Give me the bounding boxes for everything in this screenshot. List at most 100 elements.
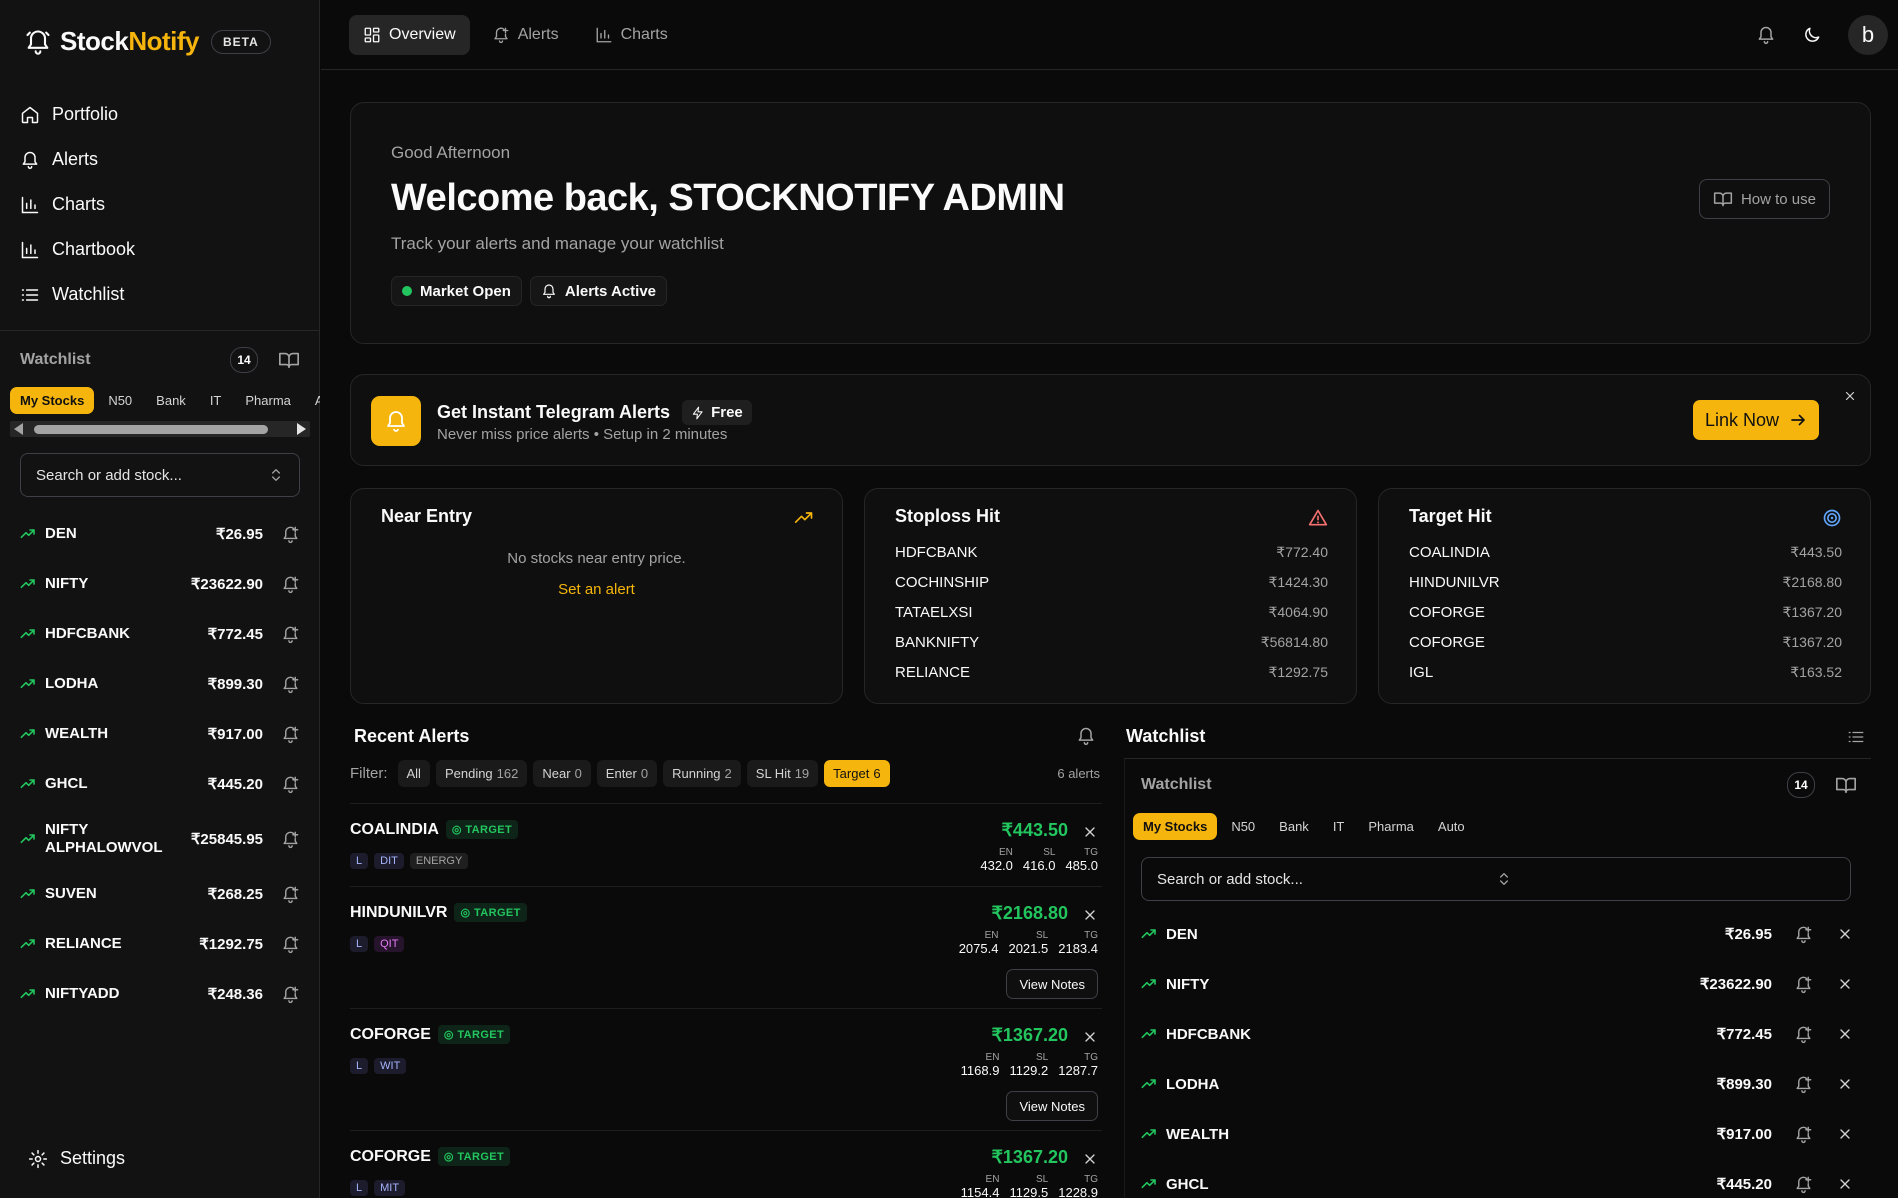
chip-n50[interactable]: N50 bbox=[1221, 813, 1265, 840]
how-to-use-button[interactable]: How to use bbox=[1698, 179, 1830, 219]
list-item[interactable]: HINDUNILVR ₹2168.80 bbox=[1409, 567, 1842, 597]
close-icon[interactable] bbox=[1082, 1151, 1098, 1167]
nav-item-chartbook[interactable]: Chartbook bbox=[20, 227, 300, 272]
list-item[interactable]: GHCL ₹445.20 bbox=[0, 759, 320, 809]
bell-icon[interactable] bbox=[1076, 726, 1096, 746]
list-item[interactable]: LODHA ₹899.30 bbox=[1125, 1059, 1871, 1109]
watchlist-stock-search[interactable]: Search or add stock... bbox=[1141, 857, 1851, 901]
list-item[interactable]: NIFTY ₹23622.90 bbox=[1125, 959, 1871, 1009]
list-item[interactable]: WEALTH ₹917.00 bbox=[0, 709, 320, 759]
chips-scrollbar[interactable] bbox=[10, 421, 310, 437]
bell-plus-icon[interactable] bbox=[281, 885, 300, 904]
list-item[interactable]: HDFCBANK ₹772.45 bbox=[1125, 1009, 1871, 1059]
list-item[interactable]: COFORGE ₹1367.20 bbox=[1409, 597, 1842, 627]
filter-enter[interactable]: Enter 0 bbox=[596, 760, 658, 787]
list-item[interactable]: WEALTH ₹917.00 bbox=[1125, 1109, 1871, 1159]
sidebar-stock-search[interactable]: Search or add stock... bbox=[20, 453, 300, 497]
tab-overview[interactable]: Overview bbox=[349, 15, 470, 55]
view-notes-button[interactable]: View Notes bbox=[1006, 969, 1098, 999]
alert-row[interactable]: COFORGE ◎ TARGET L WIT ₹1367.20 EN 1168.9 S… bbox=[350, 1008, 1102, 1130]
chip-auto[interactable]: A bbox=[305, 387, 320, 414]
bell-plus-icon[interactable] bbox=[281, 775, 300, 794]
bell-plus-icon[interactable] bbox=[1794, 975, 1813, 994]
list-item[interactable]: DEN ₹26.95 bbox=[1125, 909, 1871, 959]
bell-plus-icon[interactable] bbox=[281, 985, 300, 1004]
link-now-button[interactable]: Link Now bbox=[1692, 400, 1819, 440]
chip-bank[interactable]: Bank bbox=[146, 387, 196, 414]
close-icon[interactable] bbox=[1843, 389, 1857, 403]
notifications-bell-icon[interactable] bbox=[1756, 25, 1776, 45]
nav-item-alerts[interactable]: Alerts bbox=[20, 137, 300, 182]
close-icon[interactable] bbox=[1837, 1026, 1853, 1042]
bell-plus-icon[interactable] bbox=[281, 575, 300, 594]
list-item[interactable]: COCHINSHIP ₹1424.30 bbox=[895, 567, 1328, 597]
bell-plus-icon[interactable] bbox=[1794, 925, 1813, 944]
alert-row[interactable]: HINDUNILVR ◎ TARGET L QIT ₹2168.80 EN 2075.… bbox=[350, 886, 1102, 1008]
list-item[interactable]: HDFCBANK ₹772.45 bbox=[0, 609, 320, 659]
close-icon[interactable] bbox=[1837, 1126, 1853, 1142]
close-icon[interactable] bbox=[1837, 1176, 1853, 1192]
filter-running[interactable]: Running 2 bbox=[663, 760, 741, 787]
settings-button[interactable]: Settings bbox=[28, 1148, 125, 1169]
bell-plus-icon[interactable] bbox=[281, 935, 300, 954]
bell-plus-icon[interactable] bbox=[1794, 1025, 1813, 1044]
tab-charts[interactable]: Charts bbox=[581, 15, 682, 55]
scroll-left-arrow[interactable] bbox=[14, 423, 23, 435]
bell-plus-icon[interactable] bbox=[281, 625, 300, 644]
list-item[interactable]: NIFTY ALPHALOWVOL ₹25845.95 bbox=[0, 809, 320, 869]
close-icon[interactable] bbox=[1837, 1076, 1853, 1092]
filter-target[interactable]: Target 6 bbox=[824, 760, 890, 787]
chip-it[interactable]: IT bbox=[200, 387, 232, 414]
book-icon[interactable] bbox=[278, 349, 300, 371]
list-item[interactable]: COFORGE ₹1367.20 bbox=[1409, 627, 1842, 657]
bell-plus-icon[interactable] bbox=[281, 830, 300, 849]
list-item[interactable]: RELIANCE ₹1292.75 bbox=[0, 919, 320, 969]
list-item[interactable]: BANKNIFTY ₹56814.80 bbox=[895, 627, 1328, 657]
brand-logo[interactable]: StockNotify BETA bbox=[24, 26, 271, 57]
chip-pharma[interactable]: Pharma bbox=[1358, 813, 1424, 840]
close-icon[interactable] bbox=[1082, 1029, 1098, 1045]
alert-row[interactable]: COALINDIA ◎ TARGET L DIT ENERGY ₹443.50 EN 4… bbox=[350, 803, 1102, 886]
filter-sl-hit[interactable]: SL Hit 19 bbox=[746, 760, 819, 787]
nav-item-charts[interactable]: Charts bbox=[20, 182, 300, 227]
bell-plus-icon[interactable] bbox=[1794, 1175, 1813, 1194]
list-item[interactable]: DEN ₹26.95 bbox=[0, 509, 320, 559]
scroll-right-arrow[interactable] bbox=[297, 423, 306, 435]
list-item[interactable]: IGL ₹163.52 bbox=[1409, 657, 1842, 687]
bell-plus-icon[interactable] bbox=[1794, 1125, 1813, 1144]
list-item[interactable]: TATAELXSI ₹4064.90 bbox=[895, 597, 1328, 627]
filter-all[interactable]: All bbox=[397, 760, 430, 787]
tab-alerts[interactable]: Alerts bbox=[478, 15, 573, 55]
list-item[interactable]: SUVEN ₹268.25 bbox=[0, 869, 320, 919]
chip-n50[interactable]: N50 bbox=[98, 387, 142, 414]
list-item[interactable]: HDFCBANK ₹772.40 bbox=[895, 537, 1328, 567]
close-icon[interactable] bbox=[1082, 907, 1098, 923]
list-icon[interactable] bbox=[1847, 728, 1865, 746]
bell-plus-icon[interactable] bbox=[281, 725, 300, 744]
bell-plus-icon[interactable] bbox=[281, 525, 300, 544]
list-item[interactable]: LODHA ₹899.30 bbox=[0, 659, 320, 709]
nav-item-portfolio[interactable]: Portfolio bbox=[20, 92, 300, 137]
bell-plus-icon[interactable] bbox=[1794, 1075, 1813, 1094]
theme-moon-icon[interactable] bbox=[1802, 25, 1822, 45]
list-item[interactable]: COALINDIA ₹443.50 bbox=[1409, 537, 1842, 567]
chip-pharma[interactable]: Pharma bbox=[235, 387, 301, 414]
close-icon[interactable] bbox=[1837, 976, 1853, 992]
filter-pending[interactable]: Pending 162 bbox=[435, 760, 528, 787]
list-item[interactable]: NIFTYADD ₹248.36 bbox=[0, 969, 320, 1019]
bell-plus-icon[interactable] bbox=[281, 675, 300, 694]
close-icon[interactable] bbox=[1837, 926, 1853, 942]
set-alert-link[interactable]: Set an alert bbox=[351, 581, 842, 598]
alert-row[interactable]: COFORGE ◎ TARGET L MIT ₹1367.20 EN 1154.4 S… bbox=[350, 1130, 1102, 1198]
list-item[interactable]: NIFTY ₹23622.90 bbox=[0, 559, 320, 609]
close-icon[interactable] bbox=[1082, 824, 1098, 840]
chip-bank[interactable]: Bank bbox=[1269, 813, 1319, 840]
chip-my-stocks[interactable]: My Stocks bbox=[10, 386, 95, 414]
view-notes-button[interactable]: View Notes bbox=[1006, 1091, 1098, 1121]
chip-auto[interactable]: Auto bbox=[1428, 813, 1475, 840]
book-icon[interactable] bbox=[1835, 774, 1857, 796]
filter-near[interactable]: Near 0 bbox=[533, 760, 591, 787]
list-item[interactable]: RELIANCE ₹1292.75 bbox=[895, 657, 1328, 687]
chip-it[interactable]: IT bbox=[1323, 813, 1355, 840]
avatar[interactable]: b bbox=[1848, 15, 1888, 55]
